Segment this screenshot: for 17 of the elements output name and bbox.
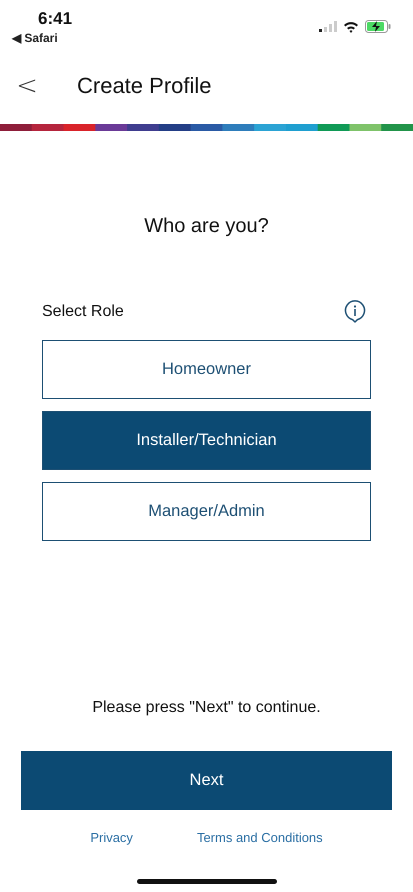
role-option[interactable]: Manager/Admin bbox=[42, 482, 371, 541]
battery-charging-icon bbox=[365, 20, 391, 33]
page-title: Create Profile bbox=[77, 73, 212, 99]
back-button[interactable]: < bbox=[15, 71, 39, 101]
status-time: 6:41 bbox=[38, 10, 72, 28]
role-option[interactable]: Homeowner bbox=[42, 340, 371, 399]
role-option[interactable]: Installer/Technician bbox=[42, 411, 371, 470]
footer-link[interactable]: Privacy bbox=[90, 830, 133, 845]
select-role-label: Select Role bbox=[42, 303, 124, 321]
instruction-text: Please press "Next" to continue. bbox=[92, 699, 321, 717]
footer-link[interactable]: Terms and Conditions bbox=[196, 830, 323, 845]
question-heading: Who are you? bbox=[143, 215, 270, 238]
back-to-app-link[interactable]: ◀ Safari bbox=[12, 31, 72, 45]
info-icon[interactable] bbox=[344, 300, 366, 324]
wifi-icon bbox=[343, 20, 359, 32]
next-button[interactable]: Next bbox=[21, 751, 392, 810]
signal-icon bbox=[319, 21, 337, 32]
